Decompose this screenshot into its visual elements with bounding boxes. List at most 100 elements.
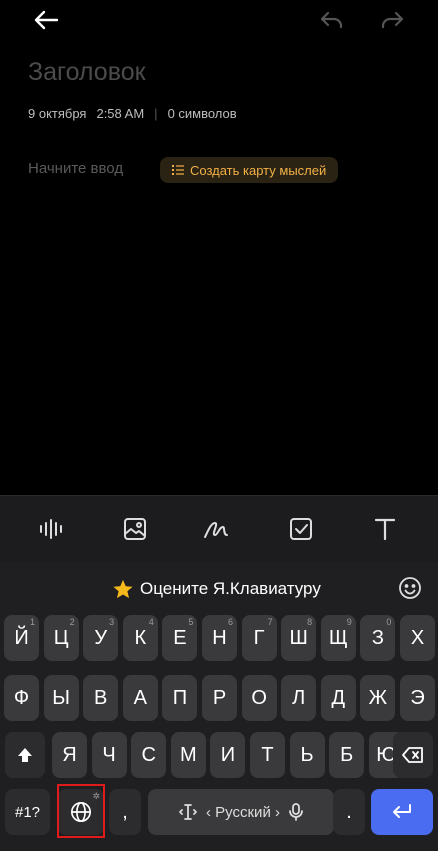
key-label: Ш xyxy=(289,626,308,649)
key-Н[interactable]: Н6 xyxy=(202,615,237,661)
key-П[interactable]: П xyxy=(162,675,198,721)
key-Ш[interactable]: Ш8 xyxy=(281,615,317,661)
key-hint: 2 xyxy=(69,617,75,627)
list-icon xyxy=(172,165,184,175)
key-Д[interactable]: Д xyxy=(320,675,356,721)
rate-keyboard-suggestion[interactable]: Оцените Я.Клавиатуру xyxy=(112,578,321,600)
image-icon[interactable] xyxy=(120,514,150,544)
key-label: Ф xyxy=(13,686,30,709)
key-label: И xyxy=(220,743,236,766)
key-С[interactable]: С xyxy=(131,732,167,778)
shift-key[interactable] xyxy=(5,732,45,778)
key-label: З xyxy=(371,626,384,649)
suggestion-bar: Оцените Я.Клавиатуру xyxy=(0,562,438,614)
key-Ц[interactable]: Ц2 xyxy=(43,615,79,661)
key-label: Е xyxy=(173,626,187,649)
star-icon xyxy=(113,579,133,599)
key-Й[interactable]: Й1 xyxy=(4,615,39,661)
key-Э[interactable]: Э xyxy=(400,675,435,721)
suggestion-text: Оцените Я.Клавиатуру xyxy=(140,579,321,598)
key-Ф[interactable]: Ф xyxy=(4,675,39,721)
comma-key[interactable]: , xyxy=(109,789,141,835)
key-hint: 6 xyxy=(227,617,233,627)
key-label: В xyxy=(94,686,108,709)
symbols-key[interactable]: #1? xyxy=(5,789,50,835)
key-label: К xyxy=(134,626,147,649)
key-hint: 5 xyxy=(188,617,194,627)
key-Ь[interactable]: Ь xyxy=(289,732,325,778)
key-label: Б xyxy=(340,743,354,766)
key-hint: 7 xyxy=(267,617,273,627)
key-label: Н xyxy=(212,626,227,649)
shift-arrow-icon xyxy=(18,748,32,762)
undo-icon[interactable] xyxy=(314,2,350,38)
key-label: П xyxy=(172,686,188,709)
key-У[interactable]: У3 xyxy=(83,615,119,661)
key-label: М xyxy=(179,743,197,766)
key-Х[interactable]: Х xyxy=(400,615,435,661)
key-hint: 4 xyxy=(148,617,154,627)
mindmap-label: Создать карту мыслей xyxy=(190,162,327,178)
key-label: Э xyxy=(410,686,425,709)
key-hint: 1 xyxy=(29,617,35,627)
create-mindmap-button[interactable]: Создать карту мыслей xyxy=(160,157,339,183)
note-time: 2:58 AM xyxy=(96,106,145,121)
key-hint: 8 xyxy=(307,617,313,627)
enter-arrow-icon xyxy=(393,804,411,818)
key-А[interactable]: А xyxy=(122,675,158,721)
key-Т[interactable]: Т xyxy=(250,732,285,778)
key-Я[interactable]: Я xyxy=(52,732,87,778)
key-З[interactable]: З0 xyxy=(360,615,396,661)
key-Г[interactable]: Г7 xyxy=(241,615,277,661)
period-key[interactable]: . xyxy=(333,789,365,835)
key-Е[interactable]: Е5 xyxy=(162,615,198,661)
emoji-icon[interactable] xyxy=(398,576,422,600)
key-label: Д xyxy=(331,686,346,709)
key-Ч[interactable]: Ч xyxy=(91,732,127,778)
key-hint: 0 xyxy=(386,617,392,627)
note-date: 9 октября xyxy=(28,106,87,121)
space-key[interactable]: ‹ Русский › xyxy=(148,789,334,835)
editor-toolbar xyxy=(0,495,438,562)
cursor-move-icon xyxy=(179,804,197,820)
key-О[interactable]: О xyxy=(241,675,277,721)
redo-icon[interactable] xyxy=(374,2,410,38)
key-label: Х xyxy=(410,626,425,649)
key-label: Щ xyxy=(328,626,348,649)
key-Щ[interactable]: Щ9 xyxy=(320,615,356,661)
key-label: Л xyxy=(292,686,306,709)
char-count: 0 символов xyxy=(167,106,237,121)
checkbox-icon[interactable] xyxy=(286,514,316,544)
key-label: Я xyxy=(62,743,77,766)
enter-key[interactable] xyxy=(371,789,433,835)
back-icon[interactable] xyxy=(28,2,64,38)
backspace-icon xyxy=(402,747,423,763)
key-Л[interactable]: Л xyxy=(281,675,317,721)
backspace-key[interactable] xyxy=(393,732,433,778)
key-label: О xyxy=(251,686,267,709)
note-title-input[interactable]: Заголовок xyxy=(28,58,146,87)
key-hint: 3 xyxy=(109,617,115,627)
key-label: С xyxy=(141,743,156,766)
key-label: Ж xyxy=(368,686,388,709)
key-Б[interactable]: Б xyxy=(329,732,365,778)
note-body-input[interactable]: Начните ввод xyxy=(28,160,123,177)
microphone-icon xyxy=(289,803,303,821)
voice-wave-icon[interactable] xyxy=(37,514,67,544)
key-К[interactable]: К4 xyxy=(122,615,158,661)
key-label: Р xyxy=(212,686,227,709)
handwriting-icon[interactable] xyxy=(202,514,232,544)
key-label: Ц xyxy=(53,626,69,649)
note-meta: 9 октября 2:58 AM | 0 символов xyxy=(28,106,237,121)
text-format-icon[interactable] xyxy=(370,514,400,544)
key-Ж[interactable]: Ж xyxy=(360,675,396,721)
key-label: А xyxy=(133,686,147,709)
key-И[interactable]: И xyxy=(210,732,246,778)
key-Р[interactable]: Р xyxy=(202,675,237,721)
key-Ы[interactable]: Ы xyxy=(43,675,79,721)
key-label: Й xyxy=(14,626,29,649)
annotation-highlight-box xyxy=(57,784,105,838)
top-bar xyxy=(0,0,438,40)
key-В[interactable]: В xyxy=(83,675,119,721)
key-М[interactable]: М xyxy=(170,732,206,778)
